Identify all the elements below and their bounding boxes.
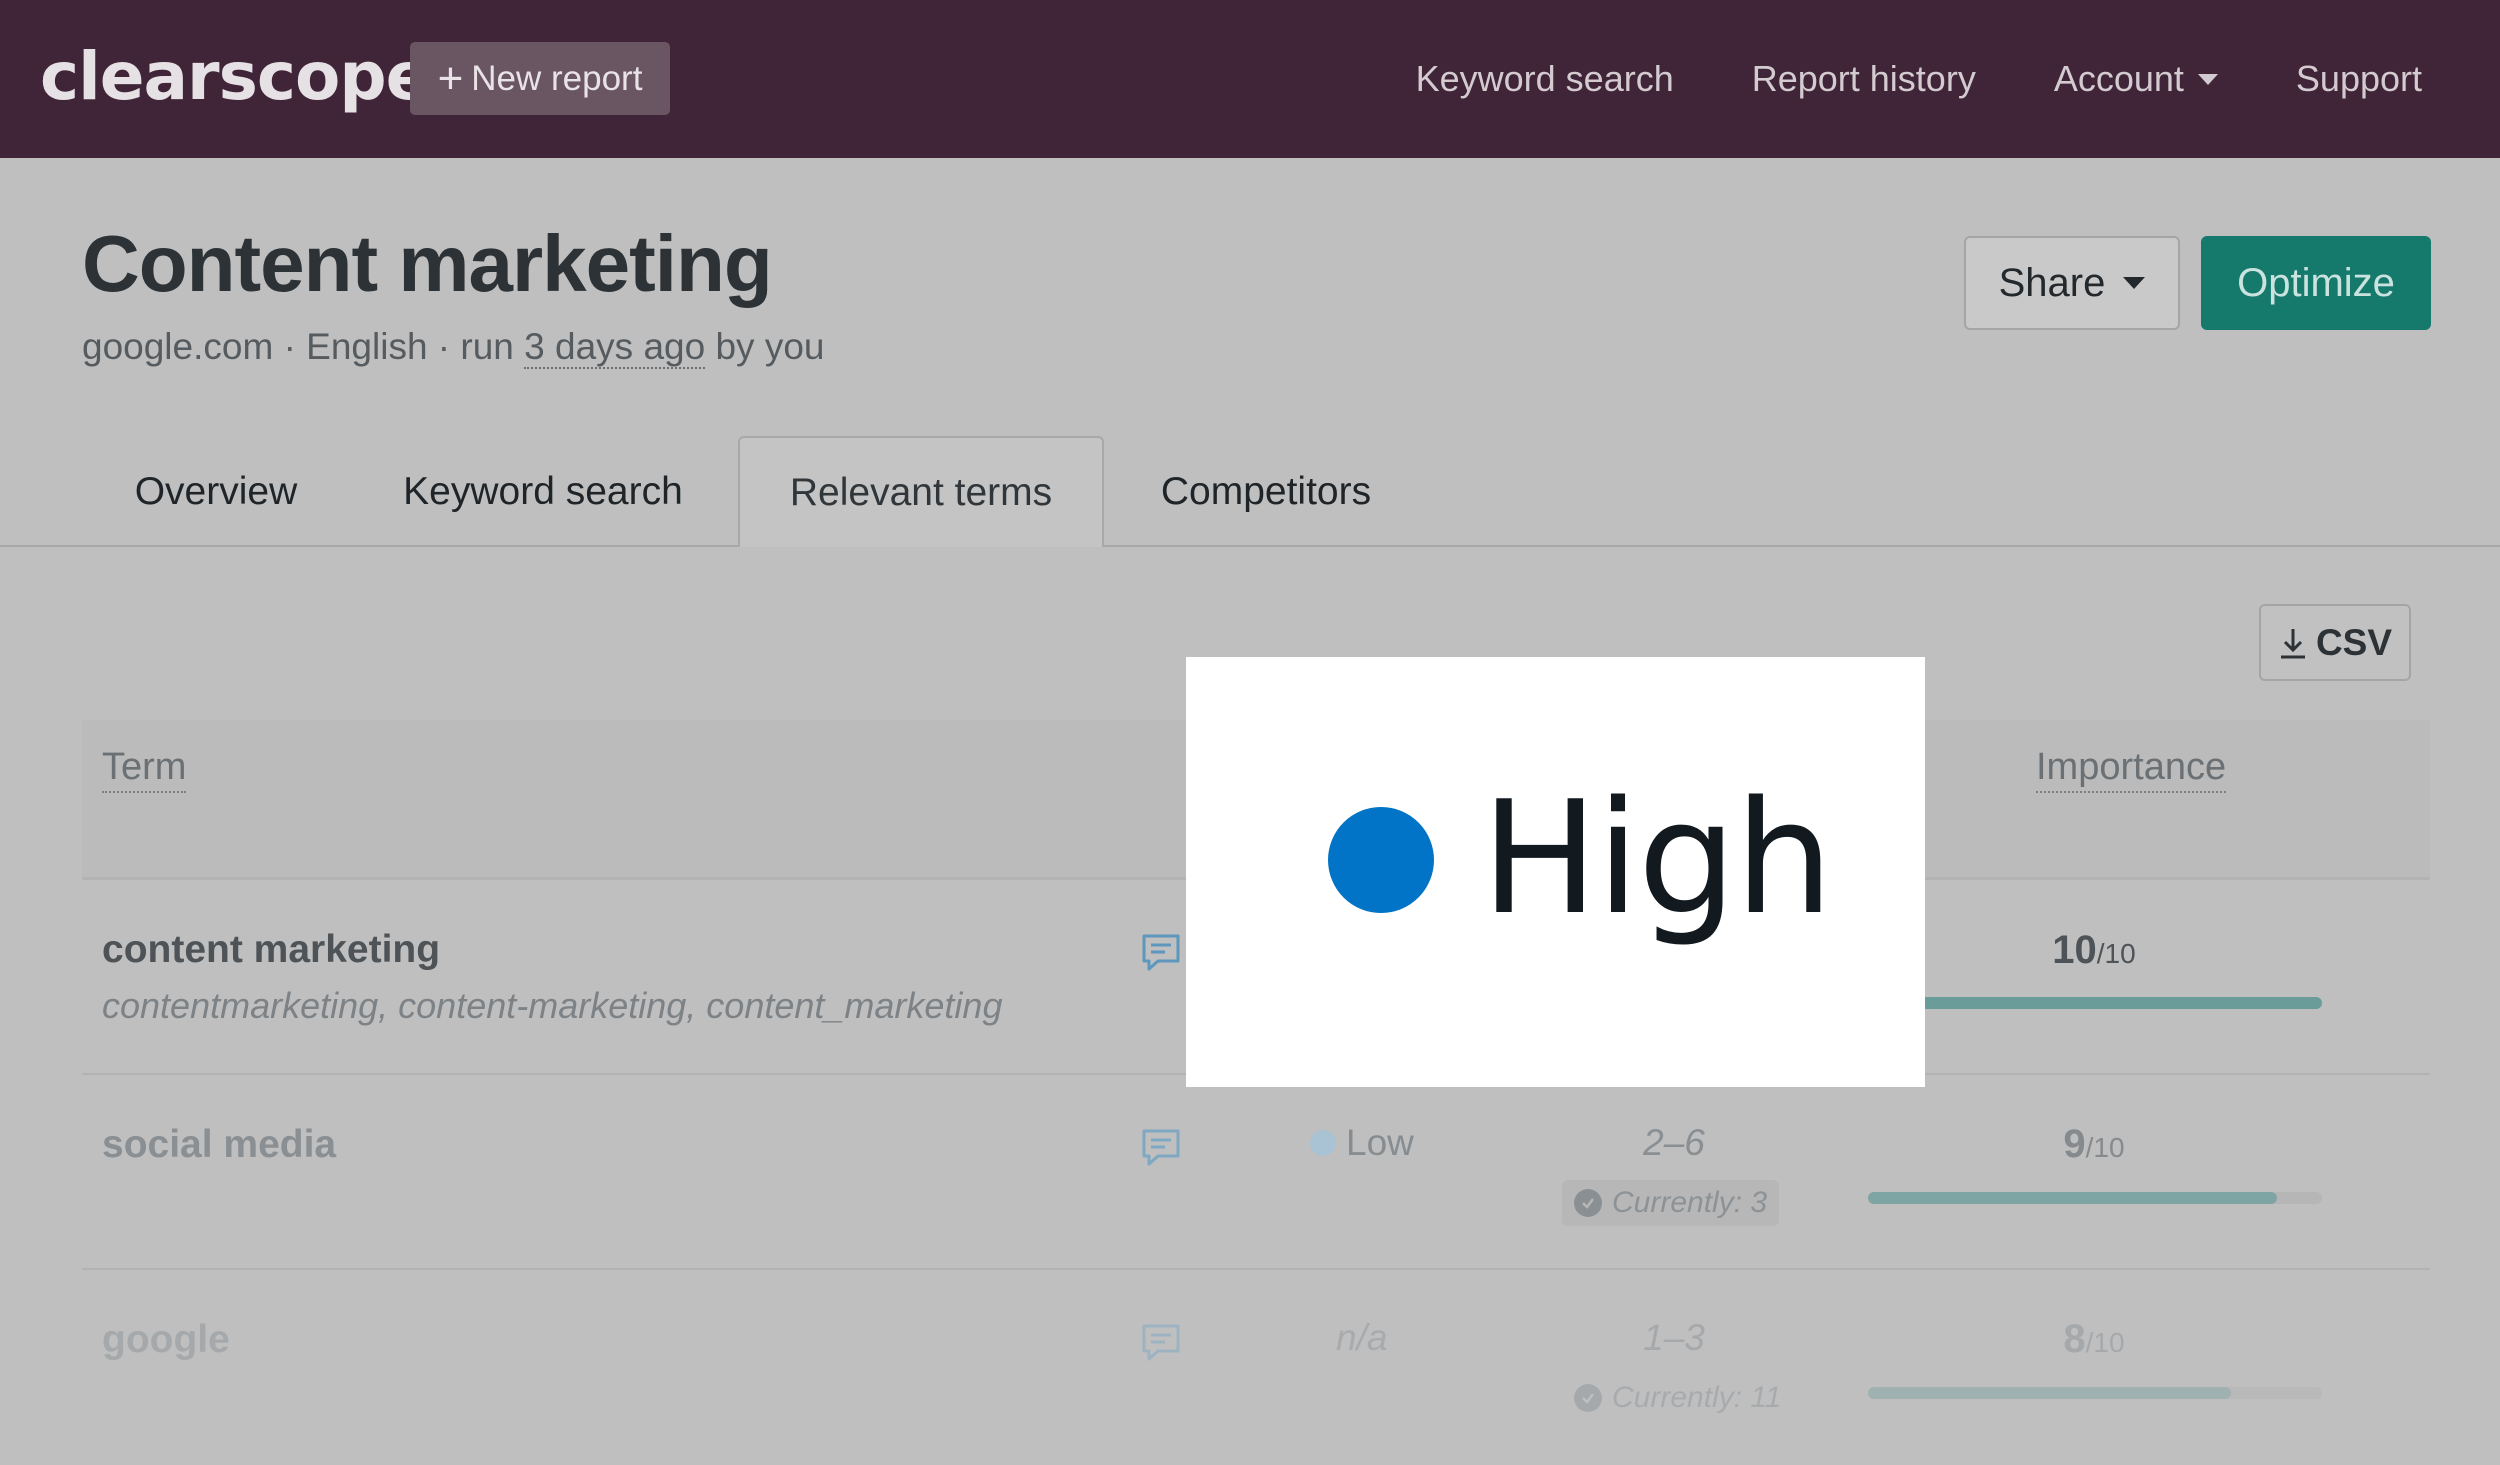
importance-score: 9/10 [1994,1122,2194,1167]
term-name: content marketing [102,928,441,971]
importance-max: /10 [2085,1132,2125,1163]
importance-bar-fill [1868,1192,2277,1204]
nav-support[interactable]: Support [2296,58,2422,100]
importance-bar [1868,1387,2322,1399]
importance-value: 10 [2052,928,2097,972]
importance-bar-fill [1868,1387,2232,1399]
importance-score: 10/10 [1994,928,2194,973]
importance-bar [1868,1192,2322,1204]
importance-level-label: High [1481,767,1834,949]
meta-suffix: by you [715,326,825,367]
level-label: n/a [1336,1317,1388,1358]
importance-value: 9 [2063,1122,2086,1166]
current-count-badge: Currently: 3 [1562,1180,1780,1226]
logo[interactable]: clearscope [40,38,430,115]
importance-level: Low [1310,1122,1414,1164]
importance-score: 8/10 [1994,1317,2194,1362]
nav-links: Keyword search Report history Account Su… [1416,0,2422,158]
current-count: Currently: 3 [1612,1186,1768,1219]
plus-icon: + [437,53,464,103]
level-label: Low [1346,1122,1414,1163]
nav-keyword-search[interactable]: Keyword search [1416,58,1674,100]
page-title: Content marketing [82,219,773,308]
importance-bar [1868,997,2322,1009]
check-circle-icon [1574,1189,1602,1217]
nav-account-label: Account [2053,58,2184,99]
typical-range: 2–6 [1643,1122,1705,1163]
tab-relevant-terms[interactable]: Relevant terms [738,436,1104,547]
current-count: Currently: 11 [1612,1381,1782,1414]
level-dot [1328,807,1434,913]
importance-max: /10 [2085,1327,2125,1358]
tab-keyword-search[interactable]: Keyword search [370,436,716,547]
term-name: social media [102,1123,337,1166]
csv-download-button[interactable]: CSV [2259,604,2411,681]
csv-label: CSV [2315,621,2393,663]
comment-icon[interactable] [1140,1322,1182,1364]
nav-account[interactable]: Account [2054,58,2218,100]
current-count-badge: Currently: 11 [1562,1375,1794,1421]
report-meta: google.com · English · run 3 days ago by… [82,326,825,369]
th-importance[interactable]: Importance [2036,746,2227,793]
share-button[interactable]: Share [1964,236,2180,330]
th-term[interactable]: Term [102,746,187,793]
importance-bar-fill [1868,997,2322,1009]
zoom-callout: High [1186,657,1925,1087]
tab-competitors[interactable]: Competitors [1128,436,1404,547]
chevron-down-icon [2197,73,2218,85]
tab-overview[interactable]: Overview [98,436,334,547]
importance-value: 8 [2063,1317,2086,1361]
new-report-button[interactable]: + New report [410,42,670,115]
new-report-label: New report [471,58,643,98]
share-label: Share [1998,260,2106,305]
term-name: google [102,1318,230,1361]
check-circle-icon [1574,1384,1602,1412]
row-divider [82,1268,2430,1270]
chevron-down-icon [2123,277,2146,289]
term-variants: contentmarketing, content-marketing, con… [102,985,1003,1026]
download-icon [2280,628,2305,658]
top-nav: clearscope + New report Keyword search R… [0,0,2500,158]
meta-time: 3 days ago [524,326,706,369]
typical-range: 1–3 [1643,1317,1705,1358]
nav-report-history[interactable]: Report history [1752,58,1976,100]
level-dot [1310,1130,1336,1156]
importance-level: n/a [1336,1317,1387,1359]
optimize-button[interactable]: Optimize [2201,236,2431,330]
importance-max: /10 [2096,938,2136,969]
comment-icon[interactable] [1140,932,1182,974]
meta-prefix: google.com · English · run [82,326,514,367]
comment-icon[interactable] [1140,1127,1182,1169]
